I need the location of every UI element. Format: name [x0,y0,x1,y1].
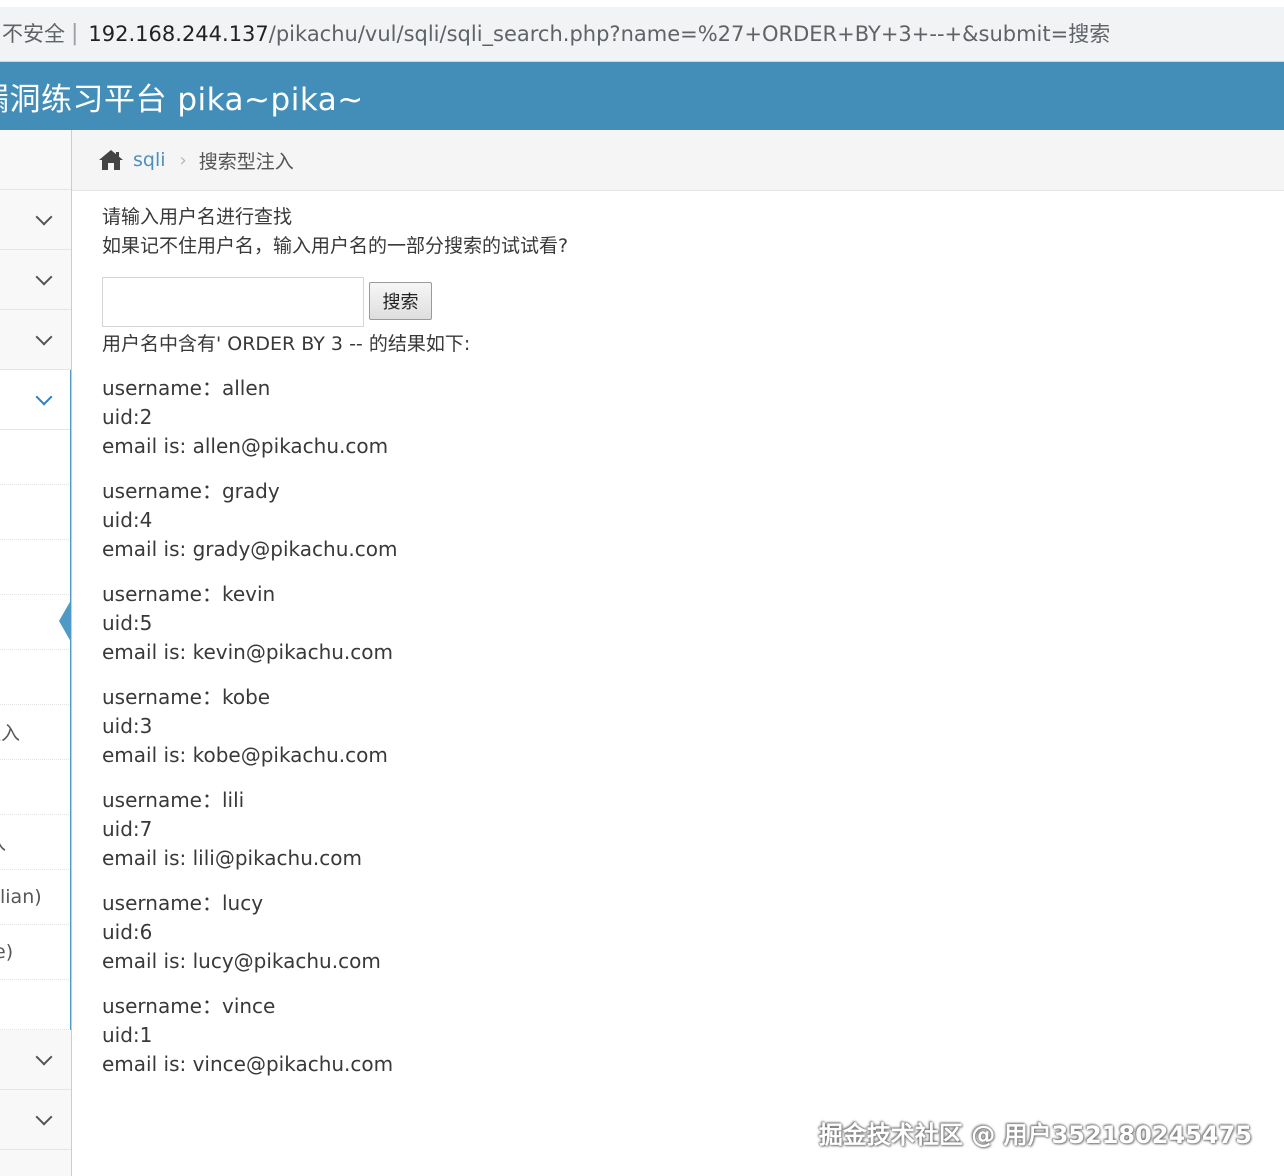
browser-tab-strip [0,0,1284,7]
result-username: username：allen [102,376,271,400]
sidebar-menu-sqli[interactable] [0,370,71,430]
chevron-down-icon [35,208,53,225]
list-item: username：allen uid:2 email is: allen@pik… [102,374,1252,461]
result-uid: uid:7 [102,817,153,841]
sidebar-menu-1[interactable] [0,190,71,250]
url-text[interactable]: 192.168.244.137/pikachu/vul/sqli/sqli_se… [88,18,1110,48]
app-title[interactable]: 漏洞练习平台 pika~pika~ [0,74,364,119]
sidebar-subitem-3[interactable] [0,540,71,595]
breadcrumb-current: 搜索型注入 [198,150,294,173]
sidebar-subitem-label: lian) [0,886,42,908]
sidebar-subitem-label: 入 [0,829,6,856]
list-item: username：lucy uid:6 email is: lucy@pikac… [102,889,1252,976]
breadcrumb-link-sqli[interactable]: sqli [133,149,166,171]
result-email: email is: lili@pikachu.com [102,846,362,870]
result-username: username：lucy [102,891,264,915]
sidebar-active-caret [59,600,71,642]
result-email: email is: grady@pikachu.com [102,537,398,561]
app-header: 漏洞练习平台 pika~pika~ [0,62,1284,130]
result-username: username：lili [102,788,245,812]
search-form: 搜索 [102,277,1252,329]
result-username: username：vince [102,994,276,1018]
chevron-down-icon [35,328,53,345]
result-email: email is: kobe@pikachu.com [102,743,388,767]
result-email: email is: kevin@pikachu.com [102,640,393,664]
result-email: email is: allen@pikachu.com [102,434,389,458]
list-item: username：grady uid:4 email is: grady@pik… [102,477,1252,564]
sidebar: 注入 入 lian) e) [0,130,72,1176]
sidebar-subitem-9[interactable]: lian) [0,870,71,925]
list-item: username：vince uid:1 email is: vince@pik… [102,992,1252,1079]
sidebar-subitem-1[interactable] [0,430,71,485]
sidebar-menu-6[interactable] [0,1090,71,1150]
sidebar-subitem-10[interactable]: e) [0,925,71,980]
sidebar-subitem-2[interactable] [0,485,71,540]
result-username: username：grady [102,479,280,503]
main-content: 请输入用户名进行查找 如果记不住用户名，输入用户名的一部分搜索的试试看? 搜索 … [102,200,1252,1095]
watermark: 掘金技术社区 @ 用户352180245475 [818,1121,1252,1149]
chevron-down-icon [35,388,53,405]
home-icon[interactable] [98,149,124,171]
result-uid: uid:4 [102,508,153,532]
chevron-down-icon [35,268,53,285]
sidebar-subitem-11[interactable] [0,980,71,1030]
prompt-line-1: 请输入用户名进行查找 [102,206,293,228]
security-indicator[interactable]: 不安全 [0,18,65,48]
result-uid: uid:3 [102,714,153,738]
url-separator: | [71,20,79,46]
list-item: username：kevin uid:5 email is: kevin@pik… [102,580,1252,667]
url-host: 192.168.244.137 [88,22,269,46]
search-input[interactable] [102,277,364,327]
result-uid: uid:1 [102,1023,153,1047]
browser-address-bar: 不安全 | 192.168.244.137/pikachu/vul/sqli/s… [0,0,1284,62]
breadcrumb-separator-icon: › [179,149,187,171]
chevron-down-icon [35,1108,53,1125]
prompt-line-2: 如果记不住用户名，输入用户名的一部分搜索的试试看? [102,235,569,257]
sidebar-item-blank[interactable] [0,130,71,190]
sidebar-menu-3[interactable] [0,310,71,370]
result-username: username：kobe [102,685,271,709]
url-bar[interactable]: 不安全 | 192.168.244.137/pikachu/vul/sqli/s… [0,8,1284,58]
list-item: username：kobe uid:3 email is: kobe@pikac… [102,683,1252,770]
search-button[interactable]: 搜索 [369,282,432,320]
sidebar-active-bar [70,370,71,1030]
result-uid: uid:5 [102,611,153,635]
result-email: email is: lucy@pikachu.com [102,949,381,973]
sidebar-subitem-6[interactable]: 注入 [0,705,71,760]
breadcrumb: sqli › 搜索型注入 [72,130,1284,191]
result-uid: uid:6 [102,920,153,944]
result-email: email is: vince@pikachu.com [102,1052,394,1076]
result-username: username：kevin [102,582,276,606]
result-heading: 用户名中含有' ORDER BY 3 -- 的结果如下: [102,333,471,355]
sidebar-menu-5[interactable] [0,1030,71,1090]
url-path: /pikachu/vul/sqli/sqli_search.php?name=%… [268,22,1111,46]
list-item: username：lili uid:7 email is: lili@pikac… [102,786,1252,873]
chevron-down-icon [35,1048,53,1065]
sidebar-menu-2[interactable] [0,250,71,310]
sidebar-subitem-8[interactable]: 入 [0,815,71,870]
result-uid: uid:2 [102,405,153,429]
results-list: username：allen uid:2 email is: allen@pik… [102,374,1252,1079]
sidebar-subitem-label: 注入 [0,722,21,745]
sidebar-menu-7[interactable] [0,1150,71,1176]
sidebar-subitem-7[interactable] [0,760,71,815]
sidebar-subitem-5[interactable] [0,650,71,705]
sidebar-subitem-label: e) [0,941,14,963]
